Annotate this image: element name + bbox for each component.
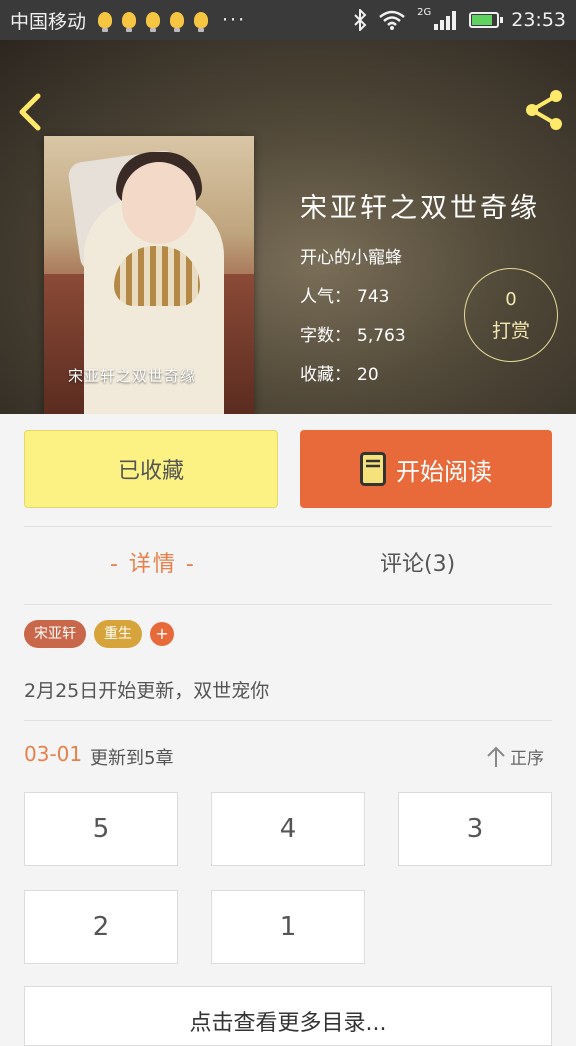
- tag-rebirth[interactable]: 重生: [94, 620, 142, 648]
- add-tag-button[interactable]: +: [150, 622, 174, 646]
- arrow-up-icon: [487, 746, 505, 767]
- chapter-button[interactable]: 3: [398, 792, 552, 866]
- notification-icons: [98, 12, 209, 32]
- bluetooth-icon: [354, 9, 367, 31]
- start-reading-button[interactable]: 开始阅读: [300, 430, 552, 508]
- sort-order-button[interactable]: 正序: [486, 744, 544, 769]
- tag-list: 宋亚轩 重生 +: [24, 620, 174, 648]
- tip-label: 打赏: [491, 320, 530, 342]
- carrier-name: 中国移动: [10, 10, 87, 33]
- book-cover: 宋亚轩之双世奇缘: [44, 136, 254, 414]
- tip-count: 0: [505, 289, 517, 310]
- divider: [24, 720, 552, 721]
- chapter-button[interactable]: 2: [24, 890, 178, 964]
- favorites-stat: 收藏： 20: [300, 365, 379, 385]
- book-header: 宋亚轩之双世奇缘 宋亚轩之双世奇缘 开心的小寵蜂 人气： 743 字数： 5,763…: [0, 40, 576, 414]
- more-catalog-button[interactable]: 点击查看更多目录...: [24, 986, 552, 1046]
- clock: 23:53: [511, 9, 566, 31]
- divider: [24, 526, 552, 527]
- tip-button[interactable]: 0 打赏: [464, 268, 558, 362]
- book-title: 宋亚轩之双世奇缘: [300, 193, 540, 224]
- cover-caption: 宋亚轩之双世奇缘: [68, 367, 197, 385]
- lightbulb-icon: [98, 12, 113, 32]
- network-type: 2G: [417, 6, 432, 18]
- wifi-icon: [379, 10, 405, 30]
- update-date: 03-01: [24, 742, 83, 766]
- more-notifications-icon: ···: [222, 9, 247, 31]
- chapter-button[interactable]: 4: [211, 792, 365, 866]
- tab-detail[interactable]: - 详情 -: [110, 546, 196, 578]
- author-name[interactable]: 开心的小寵蜂: [300, 243, 540, 268]
- share-icon[interactable]: [522, 88, 566, 132]
- divider: [24, 604, 552, 605]
- status-bar: 中国移动 ··· 2G 23:53: [0, 0, 576, 40]
- tag-song-yaxuan[interactable]: 宋亚轩: [24, 620, 86, 648]
- chapter-button[interactable]: 5: [24, 792, 178, 866]
- back-arrow-icon[interactable]: [14, 92, 54, 132]
- lightbulb-icon: [194, 12, 209, 32]
- lightbulb-icon: [122, 12, 137, 32]
- chapter-button[interactable]: 1: [211, 890, 365, 964]
- collected-button[interactable]: 已收藏: [24, 430, 278, 508]
- battery-icon: [469, 12, 504, 28]
- book-description: 2月25日开始更新，双世宠你: [24, 680, 270, 702]
- lightbulb-icon: [170, 12, 185, 32]
- tab-comments[interactable]: 评论(3): [380, 546, 455, 578]
- book-icon: [360, 452, 386, 486]
- update-status: 更新到5章: [90, 748, 174, 769]
- signal-icon: [434, 11, 457, 30]
- lightbulb-icon: [146, 12, 161, 32]
